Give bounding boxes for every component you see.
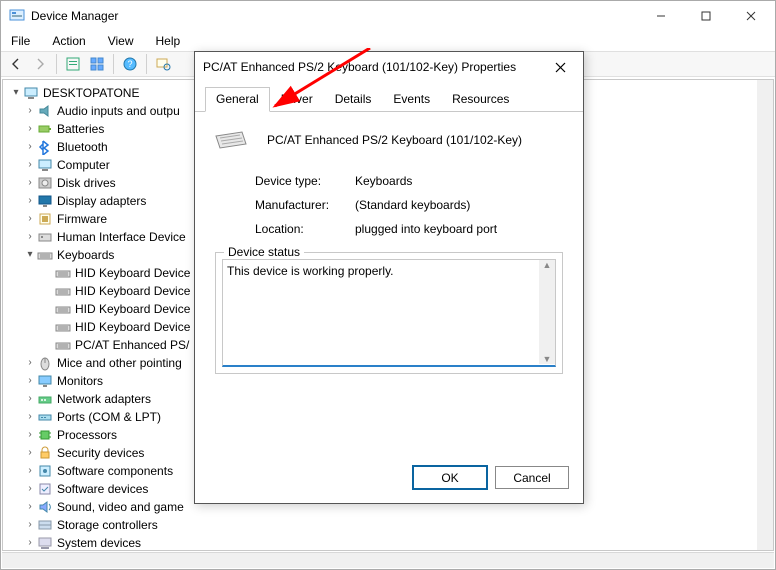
menu-view[interactable]: View: [104, 33, 138, 49]
properties-dialog: PC/AT Enhanced PS/2 Keyboard (101/102-Ke…: [194, 51, 584, 504]
tab-events[interactable]: Events: [382, 87, 441, 112]
dialog-tabs: General Driver Details Events Resources: [195, 82, 583, 112]
device-status-label: Device status: [224, 245, 304, 259]
device-status-text[interactable]: This device is working properly.: [222, 259, 556, 367]
menu-help[interactable]: Help: [152, 33, 185, 49]
swcomp-icon: [37, 463, 53, 479]
minimize-button[interactable]: [638, 2, 683, 30]
keyboard-icon: [215, 130, 247, 150]
value-device-type: Keyboards: [355, 174, 412, 188]
toolbar-view-icon[interactable]: [86, 53, 108, 75]
dialog-title: PC/AT Enhanced PS/2 Keyboard (101/102-Ke…: [203, 60, 516, 74]
window-title: Device Manager: [31, 9, 118, 23]
label-manufacturer: Manufacturer:: [255, 198, 355, 212]
label-device-type: Device type:: [255, 174, 355, 188]
cpu-icon: [37, 427, 53, 443]
menu-file[interactable]: File: [7, 33, 34, 49]
system-icon: [37, 535, 53, 551]
value-location: plugged into keyboard port: [355, 222, 497, 236]
disk-icon: [37, 175, 53, 191]
status-scrollbar[interactable]: ▲▼: [539, 260, 555, 364]
keyboard-icon: [55, 337, 71, 353]
menubar: File Action View Help: [1, 31, 775, 51]
maximize-button[interactable]: [683, 2, 728, 30]
port-icon: [37, 409, 53, 425]
value-manufacturer: (Standard keyboards): [355, 198, 470, 212]
toolbar-scan-icon[interactable]: [152, 53, 174, 75]
device-name: PC/AT Enhanced PS/2 Keyboard (101/102-Ke…: [267, 133, 522, 147]
network-icon: [37, 391, 53, 407]
label-location: Location:: [255, 222, 355, 236]
keyboard-icon: [55, 283, 71, 299]
toolbar-help-icon[interactable]: ?: [119, 53, 141, 75]
titlebar: Device Manager: [1, 1, 775, 31]
app-icon: [9, 8, 25, 24]
monitor-icon: [37, 373, 53, 389]
security-icon: [37, 445, 53, 461]
swdev-icon: [37, 481, 53, 497]
pc-icon: [23, 85, 39, 101]
tab-resources[interactable]: Resources: [441, 87, 520, 112]
keyboard-icon: [55, 301, 71, 317]
cancel-button[interactable]: Cancel: [495, 466, 569, 489]
forward-button[interactable]: [29, 53, 51, 75]
back-button[interactable]: [5, 53, 27, 75]
statusbar: [2, 552, 774, 568]
storage-icon: [37, 517, 53, 533]
tab-driver[interactable]: Driver: [270, 87, 324, 112]
sound-icon: [37, 499, 53, 515]
dialog-close-button[interactable]: [545, 55, 575, 79]
keyboard-icon: [55, 265, 71, 281]
tree-item[interactable]: ›System devices: [3, 534, 773, 551]
tree-item[interactable]: ›Storage controllers: [3, 516, 773, 534]
audio-icon: [37, 103, 53, 119]
keyboard-icon: [55, 319, 71, 335]
bluetooth-icon: [37, 139, 53, 155]
ok-button[interactable]: OK: [413, 466, 487, 489]
device-status-group: Device status This device is working pro…: [215, 252, 563, 374]
hid-icon: [37, 229, 53, 245]
firmware-icon: [37, 211, 53, 227]
computer-icon: [37, 157, 53, 173]
toolbar-detail-icon[interactable]: [62, 53, 84, 75]
dialog-titlebar: PC/AT Enhanced PS/2 Keyboard (101/102-Ke…: [195, 52, 583, 82]
battery-icon: [37, 121, 53, 137]
display-icon: [37, 193, 53, 209]
close-button[interactable]: [728, 2, 773, 30]
tab-general[interactable]: General: [205, 87, 270, 112]
keyboard-icon: [37, 247, 53, 263]
menu-action[interactable]: Action: [48, 33, 89, 49]
tab-details[interactable]: Details: [324, 87, 383, 112]
svg-text:?: ?: [127, 59, 132, 69]
vertical-scrollbar[interactable]: [757, 80, 773, 550]
dialog-body: PC/AT Enhanced PS/2 Keyboard (101/102-Ke…: [195, 112, 583, 392]
mouse-icon: [37, 355, 53, 371]
